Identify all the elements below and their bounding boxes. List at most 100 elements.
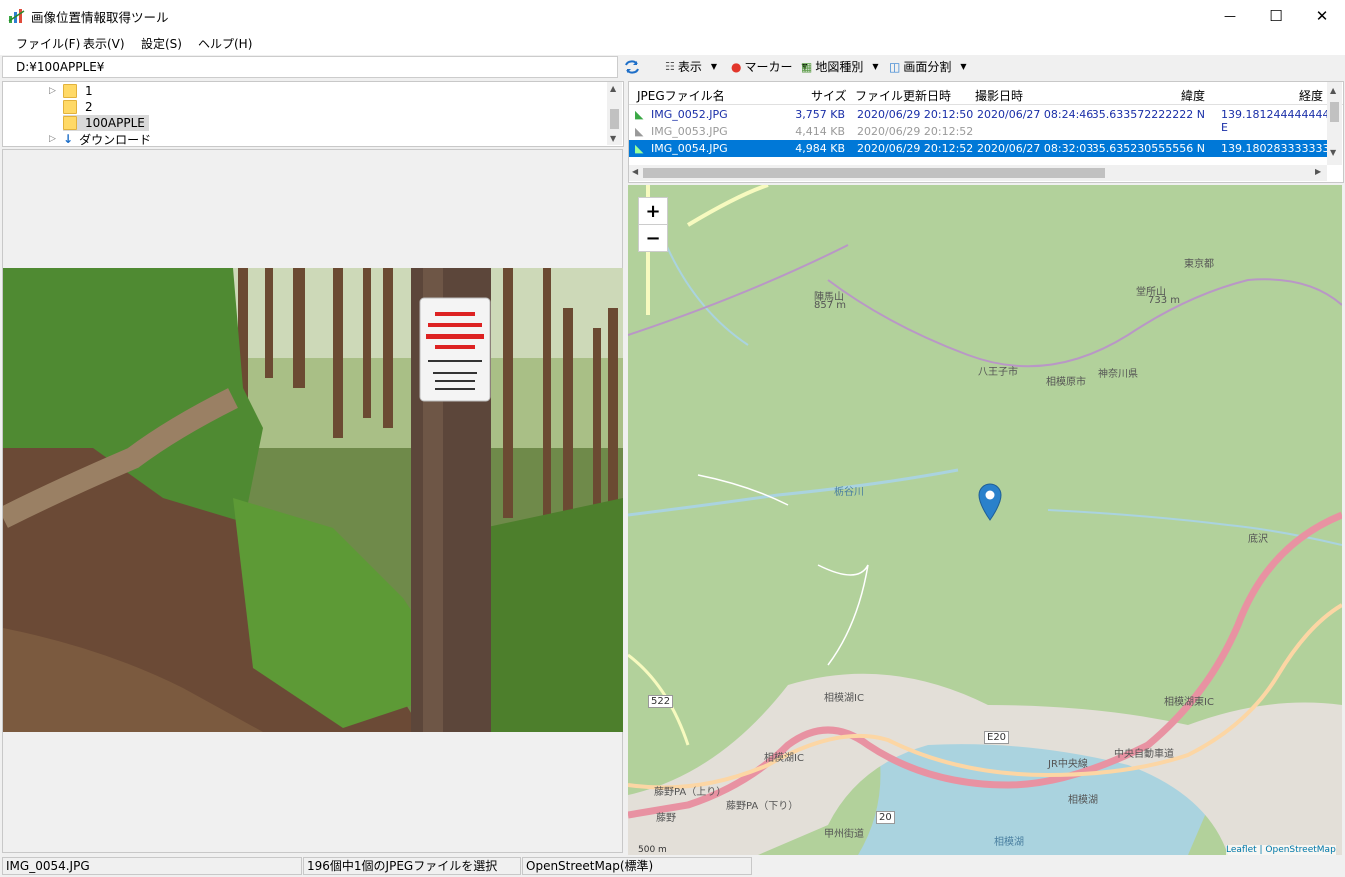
map-label: 相模湖東IC bbox=[1164, 697, 1214, 708]
header-taken[interactable]: 撮影日時 bbox=[975, 87, 1023, 104]
map-label: 藤野PA（下り） bbox=[726, 801, 799, 812]
chevron-down-icon: ▼ bbox=[710, 62, 718, 71]
cell-size: 4,984 KB bbox=[795, 142, 845, 155]
map-label: 857 m bbox=[814, 300, 847, 311]
table-row[interactable]: ◣ IMG_0053.JPG 4,414 KB 2020/06/29 20:12… bbox=[629, 123, 1327, 140]
map-label: 藤野 bbox=[656, 813, 676, 824]
status-filename: IMG_0054.JPG bbox=[2, 857, 302, 875]
folder-icon bbox=[63, 100, 77, 114]
status-map-type: OpenStreetMap(標準) bbox=[522, 857, 752, 875]
chevron-down-icon: ▼ bbox=[872, 62, 879, 71]
scroll-up-icon[interactable]: ▲ bbox=[610, 84, 616, 93]
zoom-out-button[interactable]: − bbox=[638, 224, 668, 252]
map-label: 中央自動車道 bbox=[1114, 749, 1174, 760]
folder-tree[interactable]: ▷ 1 2 100APPLE ▷ ↓ ダウンロード ▲ ▼ bbox=[2, 81, 624, 147]
menu-file[interactable]: ファイル(F) bbox=[16, 35, 80, 52]
refresh-icon[interactable] bbox=[624, 60, 640, 74]
map-label: 藤野PA（上り） bbox=[654, 787, 727, 798]
folder-icon bbox=[63, 116, 77, 130]
list-view-icon: ☷ bbox=[665, 60, 675, 73]
header-divider bbox=[629, 104, 1343, 105]
header-latitude[interactable]: 緯度 bbox=[1181, 87, 1205, 104]
tree-item-selected[interactable]: 100APPLE bbox=[63, 115, 149, 131]
map-type-label: 地図種別 bbox=[815, 60, 864, 74]
chevron-down-icon: ▼ bbox=[960, 62, 967, 71]
close-icon: ✕ bbox=[1315, 6, 1329, 25]
map-label: 相模湖IC bbox=[764, 753, 804, 764]
location-marker-icon[interactable] bbox=[978, 483, 1002, 521]
marker-icon: ● bbox=[731, 59, 742, 74]
scale-bar: 500 m bbox=[638, 845, 667, 855]
title-bar bbox=[0, 0, 1345, 32]
marker-dropdown[interactable]: ● マーカー ▼ bbox=[731, 58, 808, 75]
header-longitude[interactable]: 経度 bbox=[1299, 87, 1323, 104]
menu-settings[interactable]: 設定(S) bbox=[141, 35, 182, 52]
header-size[interactable]: サイズ bbox=[811, 87, 847, 104]
menu-view[interactable]: 表示(V) bbox=[83, 35, 125, 52]
cell-taken: 2020/06/27 08:32:03 bbox=[977, 142, 1094, 155]
view-label: 表示 bbox=[677, 60, 702, 74]
split-dropdown[interactable]: ◫ 画面分割 ▼ bbox=[889, 58, 967, 75]
chevron-right-icon: ▷ bbox=[49, 134, 56, 144]
cell-modified: 2020/06/29 20:12:52 bbox=[857, 125, 974, 138]
tree-item-label: 100APPLE bbox=[85, 116, 145, 130]
map-label: 相模湖IC bbox=[824, 693, 864, 704]
map-label: 東京都 bbox=[1184, 259, 1214, 270]
tree-item-label: 1 bbox=[85, 84, 93, 98]
app-icon bbox=[8, 9, 25, 23]
header-filename[interactable]: JPEGファイル名 bbox=[637, 87, 725, 104]
download-icon: ↓ bbox=[63, 132, 74, 146]
cell-latitude: 35.635230555556 N bbox=[1091, 142, 1205, 155]
photo-geo-icon: ◣ bbox=[635, 142, 644, 155]
map-label: 底沢 bbox=[1248, 534, 1268, 545]
close-button[interactable]: ✕ bbox=[1299, 0, 1345, 31]
cell-filename: IMG_0052.JPG bbox=[651, 108, 728, 121]
tree-item[interactable]: ▷ ↓ ダウンロード bbox=[49, 131, 152, 147]
cell-latitude: 35.633572222222 N bbox=[1091, 108, 1205, 121]
window-title: 画像位置情報取得ツール bbox=[31, 10, 169, 25]
scroll-left-icon[interactable]: ◀ bbox=[632, 167, 638, 176]
map-label: 相模湖 bbox=[994, 837, 1024, 848]
vertical-scrollbar[interactable]: ▲ ▼ bbox=[1327, 82, 1342, 165]
zoom-in-button[interactable]: + bbox=[638, 197, 668, 225]
path-value: D:¥100APPLE¥ bbox=[16, 60, 105, 74]
table-row[interactable]: ◣ IMG_0052.JPG 3,757 KB 2020/06/29 20:12… bbox=[629, 106, 1329, 134]
chevron-right-icon: ▷ bbox=[49, 86, 56, 96]
maximize-button[interactable]: ☐ bbox=[1253, 0, 1299, 31]
map-attribution[interactable]: Leaflet | OpenStreetMap bbox=[1226, 845, 1336, 855]
scrollbar-thumb[interactable] bbox=[643, 168, 1105, 178]
folder-icon bbox=[63, 84, 77, 98]
photo-icon: ◣ bbox=[635, 125, 644, 138]
header-modified[interactable]: ファイル更新日時 bbox=[855, 87, 951, 104]
scrollbar-thumb[interactable] bbox=[1330, 102, 1339, 122]
view-dropdown[interactable]: ☷ 表示 ▼ bbox=[665, 58, 717, 75]
tree-item[interactable]: ▷ 1 bbox=[49, 83, 93, 99]
map-view[interactable]: 陣馬山 857 m 堂所山 733 m 東京都 八王子市 相模原市 神奈川県 栃… bbox=[628, 185, 1342, 855]
scroll-down-icon[interactable]: ▼ bbox=[610, 134, 616, 143]
map-label: 相模原市 bbox=[1046, 377, 1086, 388]
minimize-icon: — bbox=[1224, 8, 1236, 23]
scroll-up-icon[interactable]: ▲ bbox=[1330, 86, 1336, 95]
cell-filename: IMG_0053.JPG bbox=[651, 125, 728, 138]
map-type-dropdown[interactable]: ▦ 地図種別 ▼ bbox=[801, 58, 879, 75]
map-label: 相模湖 bbox=[1068, 795, 1098, 806]
map-label: JR中央線 bbox=[1048, 759, 1088, 770]
photo-preview bbox=[3, 268, 623, 732]
horizontal-scrollbar[interactable]: ◀ ▶ bbox=[629, 165, 1327, 181]
table-row-selected[interactable]: ◣ IMG_0054.JPG 4,984 KB 2020/06/29 20:12… bbox=[629, 140, 1329, 168]
menu-help[interactable]: ヘルプ(H) bbox=[198, 35, 252, 52]
cell-taken: 2020/06/27 08:24:46 bbox=[977, 108, 1094, 121]
minimize-button[interactable]: — bbox=[1207, 0, 1253, 31]
cell-modified: 2020/06/29 20:12:50 bbox=[857, 108, 974, 121]
map-label: 20 bbox=[876, 811, 895, 824]
map-label: 八王子市 bbox=[978, 367, 1018, 378]
split-label: 画面分割 bbox=[903, 60, 952, 74]
file-list[interactable]: JPEGファイル名 サイズ ファイル更新日時 撮影日時 緯度 経度 ◣ IMG_… bbox=[628, 81, 1344, 183]
scroll-down-icon[interactable]: ▼ bbox=[1330, 148, 1336, 157]
tree-item[interactable]: 2 bbox=[63, 99, 93, 115]
photo-geo-icon: ◣ bbox=[635, 108, 644, 121]
tree-scrollbar[interactable]: ▲ ▼ bbox=[607, 82, 622, 145]
scrollbar-thumb[interactable] bbox=[610, 109, 619, 129]
scroll-right-icon[interactable]: ▶ bbox=[1315, 167, 1321, 176]
tree-item-label: ダウンロード bbox=[79, 132, 152, 147]
